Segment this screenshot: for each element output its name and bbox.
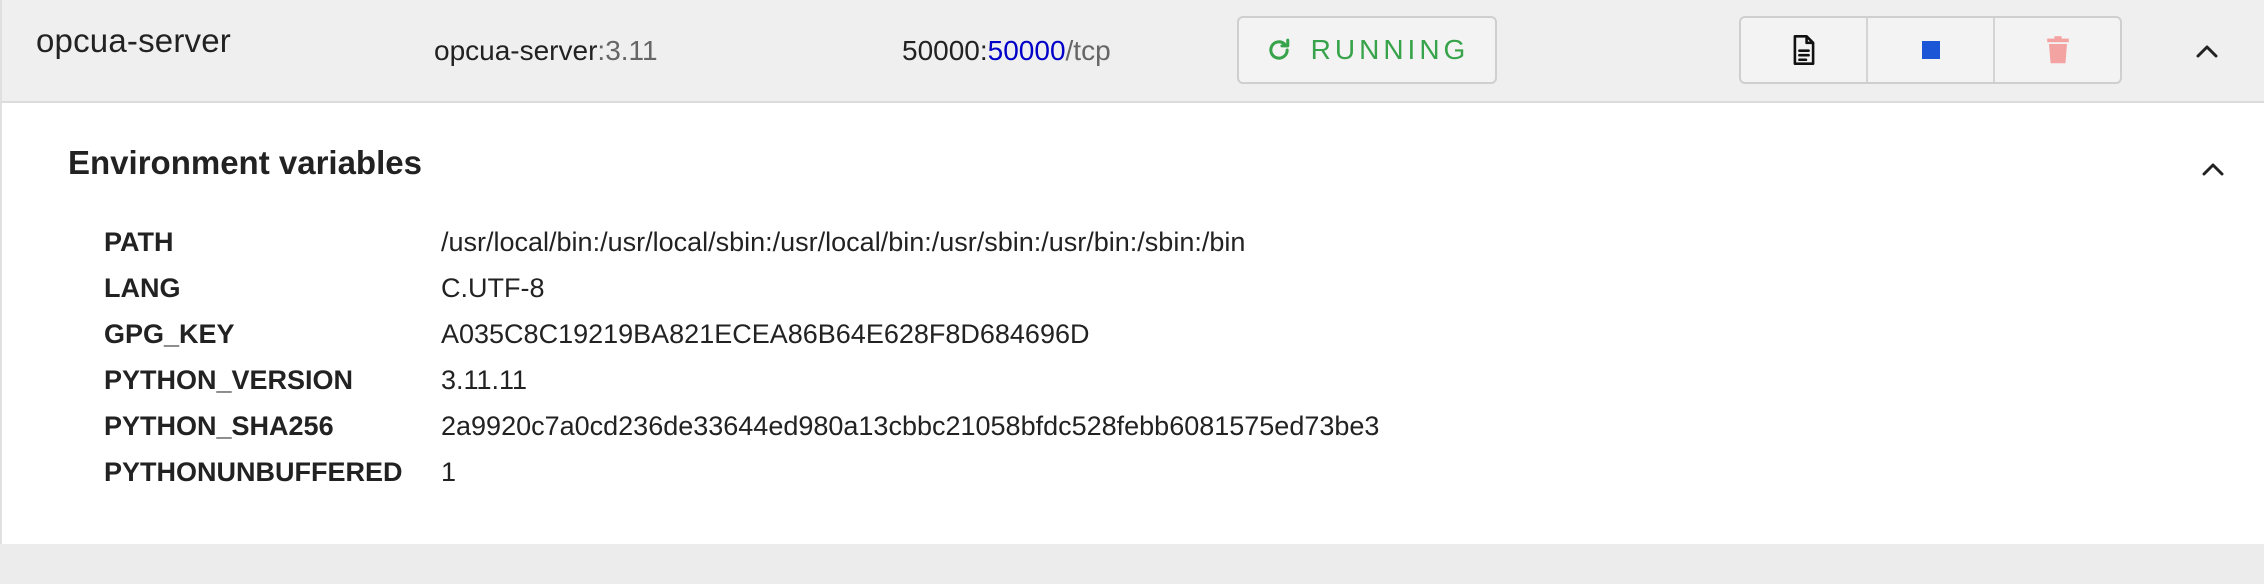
port-protocol: /tcp — [1065, 35, 1111, 66]
env-key: PYTHON_VERSION — [104, 364, 354, 395]
container-image: opcua-server:3.11 — [434, 35, 658, 67]
port-host-link[interactable]: 50000 — [988, 35, 1066, 66]
image-tag: 3.11 — [605, 35, 658, 66]
port-separator: : — [979, 35, 988, 66]
env-key: LANG — [104, 272, 181, 303]
env-value: 3.11.11 — [441, 364, 528, 395]
env-row: PATH /usr/local/bin:/usr/local/sbin:/usr… — [104, 219, 1379, 265]
chevron-up-icon — [2202, 163, 2224, 176]
chevron-up-icon — [2196, 45, 2218, 58]
stop-icon — [1921, 41, 1940, 59]
env-value: /usr/local/bin:/usr/local/sbin:/usr/loca… — [441, 226, 1246, 257]
document-icon — [1793, 35, 1814, 65]
stop-button[interactable] — [1868, 18, 1995, 82]
status-button[interactable]: RUNNING — [1237, 16, 1497, 84]
collapse-container-button[interactable] — [2192, 36, 2222, 66]
env-value: 2a9920c7a0cd236de33644ed980a13cbbc21058b… — [441, 410, 1380, 441]
container-panel: opcua-server opcua-server:3.11 50000:500… — [0, 0, 2264, 544]
refresh-icon — [1268, 38, 1289, 60]
container-header[interactable]: opcua-server opcua-server:3.11 50000:500… — [2, 0, 2264, 103]
env-section-title: Environment variables — [68, 144, 422, 181]
env-row: PYTHON_VERSION 3.11.11 — [104, 357, 1379, 403]
container-name: opcua-server — [36, 22, 231, 59]
env-value: A035C8C19219BA821ECEA86B64E628F8D684696D — [441, 318, 1090, 349]
env-key: PATH — [104, 226, 174, 257]
env-key: GPG_KEY — [104, 318, 235, 349]
delete-button[interactable] — [1995, 18, 2120, 82]
action-button-group — [1739, 16, 2122, 84]
env-row: PYTHON_SHA256 2a9920c7a0cd236de33644ed98… — [104, 403, 1379, 449]
logs-button[interactable] — [1741, 18, 1868, 82]
env-key: PYTHONUNBUFFERED — [104, 456, 403, 487]
container-port: 50000:50000/tcp — [902, 35, 1111, 67]
status-label: RUNNING — [1310, 34, 1470, 65]
env-row: LANG C.UTF-8 — [104, 265, 1379, 311]
env-value: C.UTF-8 — [441, 272, 545, 303]
image-name: opcua-server — [434, 35, 598, 66]
env-value: 1 — [441, 456, 457, 487]
env-key: PYTHON_SHA256 — [104, 410, 334, 441]
collapse-env-button[interactable] — [2198, 154, 2228, 184]
port-container: 50000 — [902, 35, 980, 66]
env-table: PATH /usr/local/bin:/usr/local/sbin:/usr… — [104, 219, 1379, 495]
env-row: GPG_KEY A035C8C19219BA821ECEA86B64E628F8… — [104, 311, 1379, 357]
env-row: PYTHONUNBUFFERED 1 — [104, 449, 1379, 495]
trash-icon — [2046, 36, 2069, 64]
